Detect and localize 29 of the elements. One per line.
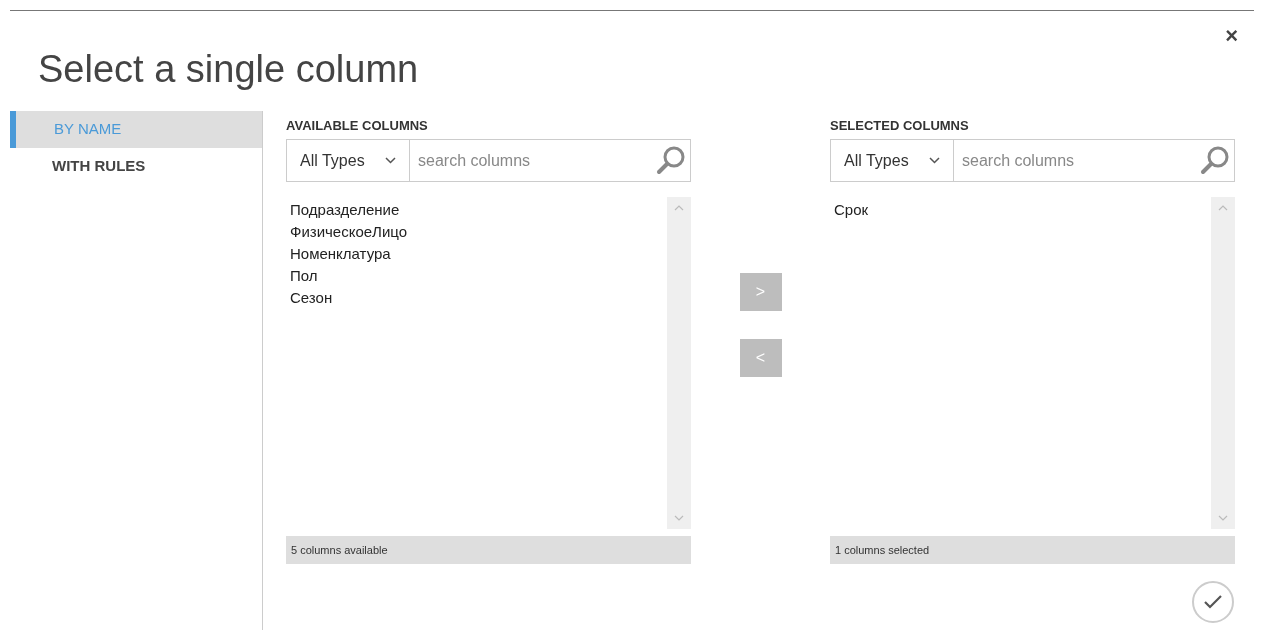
panel-heading: AVAILABLE COLUMNS xyxy=(286,117,429,135)
search-icon xyxy=(655,144,687,176)
sidebar-tab[interactable]: WITH RULES xyxy=(10,148,262,185)
scrollbar[interactable] xyxy=(1211,197,1235,529)
type-dropdown[interactable]: All Types xyxy=(286,139,410,182)
panel-footer: 5 columns available xyxy=(286,536,691,564)
scrollbar[interactable] xyxy=(667,197,691,529)
column-item[interactable]: Сезон xyxy=(290,287,333,309)
panel-heading: SELECTED COLUMNS xyxy=(830,117,970,135)
panel-footer: 1 columns selected xyxy=(830,536,1235,564)
column-item[interactable]: ФизическоеЛицо xyxy=(290,221,408,243)
checkmark-icon xyxy=(1204,595,1222,609)
chevron-down-icon xyxy=(385,157,396,164)
close-button[interactable]: × xyxy=(1225,25,1238,47)
confirm-button[interactable] xyxy=(1192,581,1234,623)
dialog-title: Select a single column xyxy=(38,47,419,92)
search-field[interactable]: search columns xyxy=(410,139,691,182)
search-icon xyxy=(1199,144,1231,176)
search-field[interactable]: search columns xyxy=(954,139,1235,182)
column-item[interactable]: Срок xyxy=(834,199,869,221)
chevron-down-icon xyxy=(929,157,940,164)
column-item[interactable]: Подразделение xyxy=(290,199,400,221)
scroll-down-icon xyxy=(674,515,684,521)
type-dropdown[interactable]: All Types xyxy=(830,139,954,182)
scroll-down-icon xyxy=(1218,515,1228,521)
column-item[interactable]: Пол xyxy=(290,265,318,287)
column-item[interactable]: Номенклатура xyxy=(290,243,391,265)
scroll-up-icon xyxy=(674,205,684,211)
scroll-up-icon xyxy=(1218,205,1228,211)
